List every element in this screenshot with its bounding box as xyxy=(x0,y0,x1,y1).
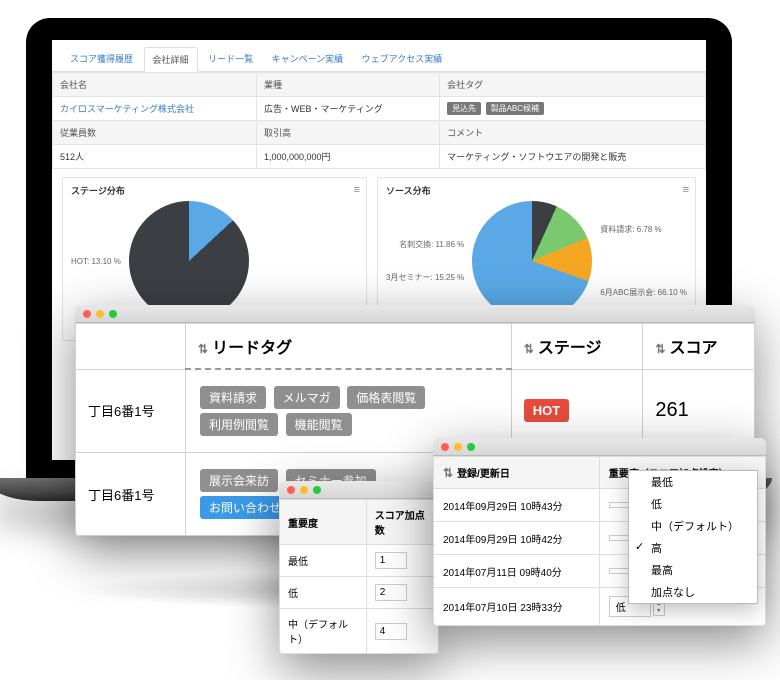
source-label-0: 資料請求: 6.78 % xyxy=(600,224,687,235)
maximize-icon[interactable] xyxy=(313,486,321,494)
tab-bar: スコア獲得履歴 会社詳細 リード一覧 キャンペーン実績 ウェブアクセス実績 xyxy=(52,40,706,72)
th-level: 重要度 xyxy=(280,500,367,545)
window-dates: ⇅登録/更新日重要度（スコア加点設定） 2014年09月29日 10時43分▴▾… xyxy=(433,438,766,626)
points-input[interactable] xyxy=(375,623,407,640)
importance-table: 重要度スコア加点数 最低 低 中（デフォルト） xyxy=(279,499,439,654)
lead-tag-pill[interactable]: 展示会来訪 xyxy=(200,469,278,492)
chart-source-title: ソース分布 xyxy=(386,184,687,197)
date-cell: 2014年07月10日 23時33分 xyxy=(434,588,600,626)
th-comment: コメント xyxy=(440,121,706,145)
lead-tag-pill[interactable]: 価格表閲覧 xyxy=(347,386,425,409)
tab-score-history[interactable]: スコア獲得履歴 xyxy=(62,47,141,70)
dropdown-option[interactable]: 最低 xyxy=(629,471,757,493)
points-input[interactable] xyxy=(375,552,407,569)
lead-tag-pill[interactable]: メルマガ xyxy=(274,386,340,409)
addr-cell: 丁目6番1号 xyxy=(76,453,186,536)
tag-chip: 製品ABC候補 xyxy=(486,102,544,115)
stage-label-hot: HOT: 13.10 % xyxy=(71,257,121,266)
employees-value: 512人 xyxy=(53,145,257,169)
window-titlebar[interactable] xyxy=(279,481,439,499)
addr-cell: 丁目6番1号 xyxy=(76,369,186,453)
tab-web-access[interactable]: ウェブアクセス実績 xyxy=(354,47,451,70)
sort-icon[interactable]: ⇅ xyxy=(524,342,534,356)
revenue-value: 1,000,000,000円 xyxy=(256,145,439,169)
minimize-icon[interactable] xyxy=(96,310,104,318)
comment-value: マーケティング・ソフトウエアの開発と販売 xyxy=(440,145,706,169)
th-score[interactable]: ⇅スコア xyxy=(643,324,755,370)
sort-icon[interactable]: ⇅ xyxy=(655,342,665,356)
table-row: 最低 xyxy=(280,545,439,577)
th-lead-tag[interactable]: ⇅リードタグ xyxy=(186,324,512,370)
minimize-icon[interactable] xyxy=(454,443,462,451)
close-icon[interactable] xyxy=(441,443,449,451)
lead-tag-pill[interactable]: 利用例閲覧 xyxy=(200,413,278,436)
th-employees: 従業員数 xyxy=(53,121,257,145)
company-tags-cell: 見込先 製品ABC候補 xyxy=(440,97,706,121)
dropdown-option[interactable]: 高 xyxy=(629,537,757,559)
minimize-icon[interactable] xyxy=(300,486,308,494)
source-label-2: 3月セミナー: 15.25 % xyxy=(386,272,464,283)
lead-tag-pill[interactable]: 資料請求 xyxy=(200,386,266,409)
th-company-tag: 会社タグ xyxy=(440,73,706,97)
lead-tag-pill[interactable]: 機能閲覧 xyxy=(286,413,352,436)
stage-badge: HOT xyxy=(524,399,569,422)
table-row: 中（デフォルト） xyxy=(280,609,439,654)
level-label: 低 xyxy=(280,577,367,609)
level-label: 最低 xyxy=(280,545,367,577)
dropdown-option[interactable]: 加点なし xyxy=(629,581,757,603)
close-icon[interactable] xyxy=(287,486,295,494)
tab-lead-list[interactable]: リード一覧 xyxy=(200,47,261,70)
chart-stage-title: ステージ分布 xyxy=(71,184,358,197)
hamburger-icon[interactable]: ≡ xyxy=(354,184,360,196)
maximize-icon[interactable] xyxy=(467,443,475,451)
th-date[interactable]: ⇅登録/更新日 xyxy=(434,457,600,489)
date-cell: 2014年09月29日 10時43分 xyxy=(434,489,600,522)
hamburger-icon[interactable]: ≡ xyxy=(683,184,689,196)
pie-source xyxy=(472,201,592,321)
th-company: 会社名 xyxy=(53,73,257,97)
tag-chip: 見込先 xyxy=(447,102,481,115)
window-importance: 重要度スコア加点数 最低 低 中（デフォルト） xyxy=(279,481,439,654)
th-industry: 業種 xyxy=(256,73,439,97)
dropdown-option[interactable]: 最高 xyxy=(629,559,757,581)
date-cell: 2014年07月11日 09時40分 xyxy=(434,555,600,588)
company-link[interactable]: カイロスマーケティング株式会社 xyxy=(60,104,194,114)
importance-dropdown[interactable]: 最低 低 中（デフォルト） 高 最高 加点なし xyxy=(628,470,758,604)
tab-company-detail[interactable]: 会社詳細 xyxy=(144,47,198,72)
source-label-1: 名刺交換: 11.86 % xyxy=(386,239,464,250)
table-row: 低 xyxy=(280,577,439,609)
lead-tag-pill[interactable]: お問い合わせ xyxy=(200,496,290,519)
window-titlebar[interactable] xyxy=(75,305,755,323)
close-icon[interactable] xyxy=(83,310,91,318)
pie-stage xyxy=(129,201,249,321)
industry-value: 広告・WEB・マーケティング xyxy=(256,97,439,121)
company-detail-table: 会社名 業種 会社タグ カイロスマーケティング株式会社 広告・WEB・マーケティ… xyxy=(52,72,706,169)
sort-icon[interactable]: ⇅ xyxy=(198,342,208,356)
th-revenue: 取引高 xyxy=(256,121,439,145)
dropdown-option[interactable]: 低 xyxy=(629,493,757,515)
level-label: 中（デフォルト） xyxy=(280,609,367,654)
points-input[interactable] xyxy=(375,584,407,601)
maximize-icon[interactable] xyxy=(109,310,117,318)
window-titlebar[interactable] xyxy=(433,438,766,456)
date-cell: 2014年09月29日 10時42分 xyxy=(434,522,600,555)
th-stage[interactable]: ⇅ステージ xyxy=(511,324,643,370)
th-points: スコア加点数 xyxy=(366,500,438,545)
sort-icon[interactable]: ⇅ xyxy=(443,466,453,480)
dropdown-option[interactable]: 中（デフォルト） xyxy=(629,515,757,537)
tab-campaign[interactable]: キャンペーン実績 xyxy=(264,47,352,70)
source-label-3: 6月ABC展示会: 66.10 % xyxy=(600,287,687,298)
